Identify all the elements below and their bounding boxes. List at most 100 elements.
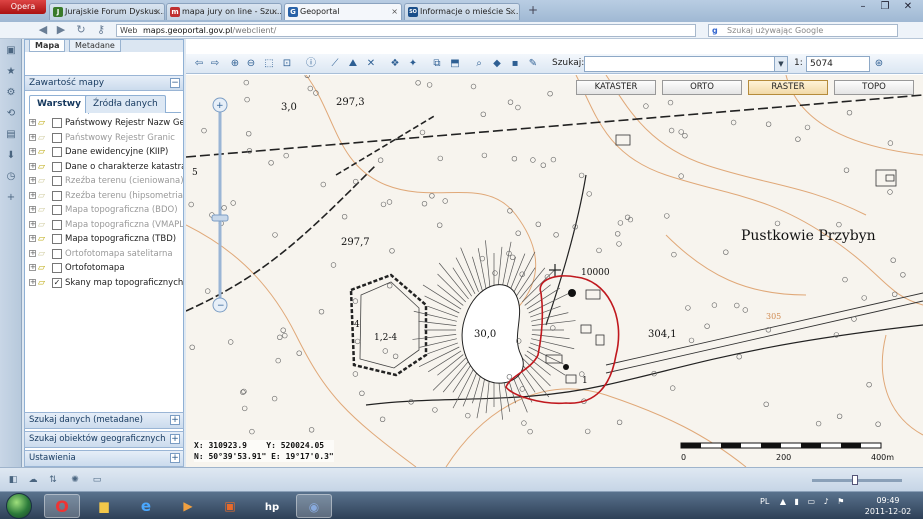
home-key-icon[interactable]: ⚷ bbox=[94, 24, 108, 37]
close-tab-icon[interactable]: × bbox=[154, 4, 161, 20]
panels-icon[interactable]: ▣ bbox=[4, 44, 18, 58]
expand-plus-icon[interactable]: + bbox=[29, 162, 36, 170]
battery-icon[interactable]: ▭ bbox=[807, 497, 815, 506]
layer-checkbox[interactable] bbox=[52, 147, 62, 157]
layer-checkbox[interactable] bbox=[52, 205, 62, 215]
expand-plus-icon[interactable]: + bbox=[29, 235, 36, 242]
layer-row[interactable]: + ▱ Państwowy Rejestr Nazw Geo bbox=[27, 116, 183, 131]
subtab-warstwy[interactable]: Warstwy bbox=[29, 95, 89, 114]
gallery-app-icon[interactable]: ▣ bbox=[212, 494, 248, 518]
layer-checkbox[interactable] bbox=[52, 234, 62, 244]
start-button[interactable] bbox=[6, 493, 32, 519]
full-extent-icon[interactable]: ⊡ bbox=[280, 57, 294, 71]
internet-explorer-icon[interactable]: e bbox=[128, 494, 164, 518]
explorer-folder-icon[interactable]: ▆ bbox=[86, 494, 122, 518]
transfer-icon[interactable]: ⇅ bbox=[46, 473, 60, 487]
opera-taskbar-icon[interactable]: O bbox=[44, 494, 80, 518]
layer-checkbox[interactable]: ✓ bbox=[52, 277, 62, 288]
layer-row[interactable]: + ▱ Ortofotomapa bbox=[27, 261, 183, 276]
view-icon[interactable]: ▭ bbox=[90, 473, 104, 487]
language-indicator[interactable]: PL bbox=[760, 497, 769, 506]
map-search-input[interactable]: ▼ bbox=[584, 56, 788, 72]
close-tab-icon[interactable]: × bbox=[509, 4, 516, 20]
base-topo-button[interactable]: TOPO bbox=[834, 80, 914, 95]
find-icon[interactable]: ⌕ bbox=[472, 57, 486, 71]
expand-plus-icon[interactable]: + bbox=[170, 453, 180, 463]
measure-line-icon[interactable]: ⟋ bbox=[328, 57, 342, 71]
pan-right-arrow-icon[interactable]: ⇨ bbox=[208, 57, 222, 71]
expand-plus-icon[interactable]: + bbox=[29, 264, 36, 271]
url-field[interactable]: Web maps.geoportal.gov.pl/webclient/ bbox=[116, 24, 696, 37]
marker-icon[interactable]: ◆ bbox=[490, 57, 504, 71]
chevron-down-icon[interactable]: ▼ bbox=[774, 57, 787, 71]
scale-input[interactable]: 5074 bbox=[806, 56, 870, 72]
layer-row[interactable]: + ▱ Rzeźba terenu (hipsometria) bbox=[27, 189, 183, 204]
info-icon[interactable]: ⓘ bbox=[304, 57, 318, 71]
apply-scale-icon[interactable]: ⊛ bbox=[872, 57, 886, 71]
panel-toggle-icon[interactable]: ◧ bbox=[6, 473, 20, 487]
expand-plus-icon[interactable]: + bbox=[29, 249, 36, 257]
accordion-ustawienia[interactable]: Ustawienia + bbox=[24, 450, 184, 467]
expand-plus-icon[interactable]: + bbox=[170, 434, 180, 444]
reload-icon[interactable]: ↻ bbox=[74, 24, 88, 37]
add-panel-icon[interactable]: + bbox=[4, 191, 18, 205]
layer-row[interactable]: + ▱ Dane ewidencyjne (KIIP) bbox=[27, 145, 183, 160]
zoom-slider[interactable]: + − bbox=[211, 97, 229, 313]
cloud-sync-icon[interactable]: ☁ bbox=[26, 473, 40, 487]
layer-checkbox[interactable] bbox=[52, 248, 62, 259]
hp-icon[interactable]: hp bbox=[254, 494, 290, 518]
measure-area-icon[interactable]: ⛰ bbox=[346, 57, 360, 71]
layer-checkbox[interactable] bbox=[52, 161, 62, 172]
browser-tab[interactable]: m mapa jury on line - Szu... × bbox=[166, 3, 282, 20]
zoom-box-icon[interactable]: ⬚ bbox=[262, 57, 276, 71]
google-search-field[interactable]: g Szukaj używając Google bbox=[708, 24, 898, 37]
history-clock-icon[interactable]: ◷ bbox=[4, 170, 18, 184]
bookmarks-star-icon[interactable]: ★ bbox=[4, 65, 18, 79]
settings-gear-icon[interactable]: ⚙ bbox=[4, 86, 18, 100]
downloads-icon[interactable]: ⬇ bbox=[4, 149, 18, 163]
zoom-in-icon[interactable]: ⊕ bbox=[228, 57, 242, 71]
base-raster-button[interactable]: RASTER bbox=[748, 80, 828, 95]
layer-row[interactable]: + ▱ Państwowy Rejestr Granic bbox=[27, 131, 183, 146]
flag-icon[interactable]: ⚑ bbox=[837, 497, 844, 506]
export-icon[interactable]: ⬒ bbox=[448, 57, 462, 71]
layer-checkbox[interactable] bbox=[52, 219, 62, 230]
close-tab-icon[interactable]: × bbox=[391, 4, 398, 20]
tab-metadane[interactable]: Metadane bbox=[69, 40, 121, 52]
pan-left-arrow-icon[interactable]: ⇦ bbox=[192, 57, 206, 71]
tray-arrow-icon[interactable]: ▲ bbox=[780, 497, 786, 506]
zoom-knob[interactable] bbox=[852, 475, 858, 485]
expand-plus-icon[interactable]: + bbox=[29, 206, 36, 213]
clock[interactable]: 09:49 2011-12-02 bbox=[858, 495, 918, 517]
layer-checkbox[interactable] bbox=[52, 190, 62, 201]
forward-arrow-icon[interactable]: ▶ bbox=[54, 24, 68, 37]
minimize-icon[interactable]: – bbox=[852, 0, 874, 15]
expand-plus-icon[interactable]: + bbox=[29, 220, 36, 228]
media-player-icon[interactable]: ▶ bbox=[170, 494, 206, 518]
layer-row[interactable]: + ▱ Mapa topograficzna (VMAPL2) bbox=[27, 218, 183, 233]
map-contents-header[interactable]: Zawartość mapy − bbox=[25, 75, 183, 91]
expand-plus-icon[interactable]: + bbox=[170, 415, 180, 425]
layer-checkbox[interactable] bbox=[52, 118, 62, 128]
base-orto-button[interactable]: ORTO bbox=[662, 80, 742, 95]
print-edit-icon[interactable]: ✎ bbox=[526, 57, 540, 71]
layer-row[interactable]: + ▱ Ortofotomapa satelitarna bbox=[27, 247, 183, 262]
layer-checkbox[interactable] bbox=[52, 263, 62, 273]
unite-icon[interactable]: ⟲ bbox=[4, 107, 18, 121]
accordion-szukaj-obiektow[interactable]: Szukaj obiektów geograficznych + bbox=[24, 431, 184, 448]
expand-plus-icon[interactable]: + bbox=[29, 148, 36, 155]
expand-plus-icon[interactable]: + bbox=[29, 133, 36, 141]
collapse-minus-icon[interactable]: − bbox=[170, 78, 180, 88]
expand-plus-icon[interactable]: + bbox=[29, 119, 36, 126]
chat-app-icon[interactable]: ◉ bbox=[296, 494, 332, 518]
notes-icon[interactable]: ▤ bbox=[4, 128, 18, 142]
close-tab-icon[interactable]: × bbox=[271, 4, 278, 20]
expand-plus-icon[interactable]: + bbox=[29, 278, 36, 286]
tab-mapa[interactable]: Mapa bbox=[29, 40, 66, 52]
close-window-icon[interactable]: ✕ bbox=[897, 0, 919, 15]
browser-tab[interactable]: SO Informacje o mieście S... × bbox=[404, 3, 520, 20]
expand-plus-icon[interactable]: + bbox=[29, 191, 36, 199]
back-arrow-icon[interactable]: ◀ bbox=[36, 24, 50, 37]
layer-row[interactable]: +▱ Dane o charakterze katastralnym bbox=[27, 160, 183, 175]
layer-row[interactable]: + ▱ Mapa topograficzna (BDO) bbox=[27, 203, 183, 218]
